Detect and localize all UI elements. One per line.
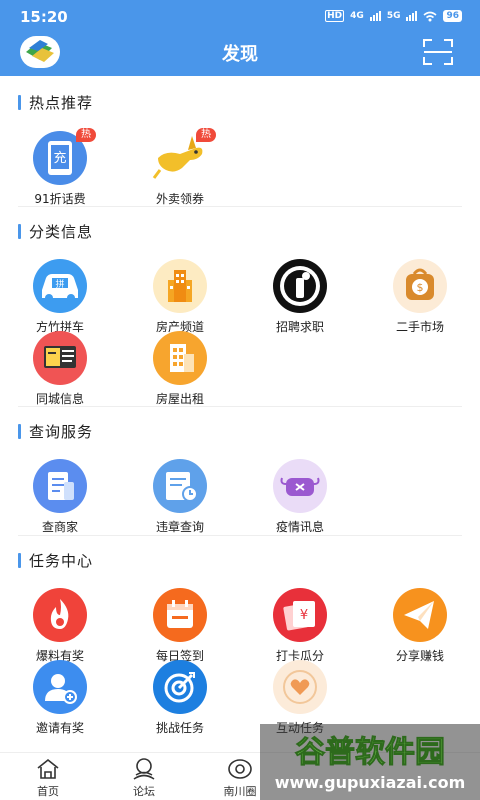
flame-icon <box>33 588 87 642</box>
section-hot-header: 热点推荐 <box>18 92 93 112</box>
status-bar: 15:20 HD 4G 5G 96 <box>0 0 480 34</box>
query-item-label: 查商家 <box>41 520 78 534</box>
merchant-icon <box>33 459 87 513</box>
nav-circle[interactable]: 南川圈 <box>192 757 288 799</box>
nav-label: 南川圈 <box>223 785 257 798</box>
page-title: 发现 <box>222 44 258 65</box>
network-4g-label: 4G <box>350 11 364 21</box>
secondhand-glyph: $ <box>417 281 424 294</box>
section-tasks-title: 任务中心 <box>29 551 94 570</box>
signal-icon <box>369 11 381 21</box>
task-item-label: 挑战任务 <box>155 721 204 735</box>
hot-item-label: 91折话费 <box>34 192 86 206</box>
wifi-icon <box>423 11 437 21</box>
status-icons: HD 4G 5G 96 <box>325 10 462 22</box>
signal-icon-2 <box>406 11 418 21</box>
category-item-label: 同城信息 <box>35 392 84 406</box>
secondhand-bag-icon: $ <box>393 259 447 313</box>
forum-icon <box>133 758 155 780</box>
category-item-label: 二手市场 <box>395 320 444 334</box>
money-cards-icon: ¥ <box>273 588 327 642</box>
epidemic-icon <box>273 459 327 513</box>
divider <box>18 535 462 536</box>
nav-label: 论坛 <box>133 785 155 798</box>
invite-user-icon <box>33 660 87 714</box>
section-tasks-header: 任务中心 <box>18 550 93 570</box>
scan-icon[interactable] <box>422 38 454 66</box>
nav-label: 首页 <box>37 785 59 798</box>
top-bar: 15:20 HD 4G 5G 96 发现 <box>0 0 480 76</box>
battery-icon: 96 <box>443 10 462 22</box>
violation-icon <box>153 459 207 513</box>
task-item-label: 邀请有奖 <box>35 721 84 735</box>
task-item-label: 分享赚钱 <box>395 649 444 663</box>
hot-badge: 热 <box>76 128 96 142</box>
category-item-label: 房屋出租 <box>155 392 204 406</box>
section-category-header: 分类信息 <box>18 221 93 241</box>
status-time: 15:20 <box>20 8 68 26</box>
hot-badge: 热 <box>196 128 216 142</box>
home-icon <box>37 758 59 779</box>
nav-home[interactable]: 首页 <box>0 757 96 799</box>
punchcard-glyph: ¥ <box>300 608 308 623</box>
nav-forum[interactable]: 论坛 <box>96 757 192 799</box>
section-query-title: 查询服务 <box>29 422 94 441</box>
task-item-label: 互动任务 <box>275 721 324 735</box>
paper-plane-icon <box>393 588 447 642</box>
carpool-icon: 拼 <box>33 259 87 313</box>
category-item-label: 招聘求职 <box>275 320 324 334</box>
job-icon <box>273 259 327 313</box>
circle-icon <box>228 759 252 779</box>
section-category-title: 分类信息 <box>29 222 94 241</box>
carpool-glyph: 拼 <box>55 278 64 290</box>
recharge-glyph: 充 <box>53 150 66 166</box>
local-info-icon <box>33 331 87 385</box>
section-hot-title: 热点推荐 <box>29 93 94 112</box>
building-icon <box>153 259 207 313</box>
network-5g-label: 5G <box>386 11 401 21</box>
query-item-label: 违章查询 <box>155 520 204 534</box>
query-item-label: 疫情讯息 <box>275 520 324 534</box>
bottom-nav: 首页 论坛 南川圈 <box>0 752 480 800</box>
divider <box>18 406 462 407</box>
divider <box>18 206 462 207</box>
target-icon <box>153 660 207 714</box>
network-hd-label: HD <box>325 10 345 22</box>
house-rent-icon <box>153 331 207 385</box>
heart-icon <box>273 660 327 714</box>
calendar-icon <box>153 588 207 642</box>
section-query-header: 查询服务 <box>18 421 93 441</box>
hot-item-label: 外卖领券 <box>155 192 204 206</box>
